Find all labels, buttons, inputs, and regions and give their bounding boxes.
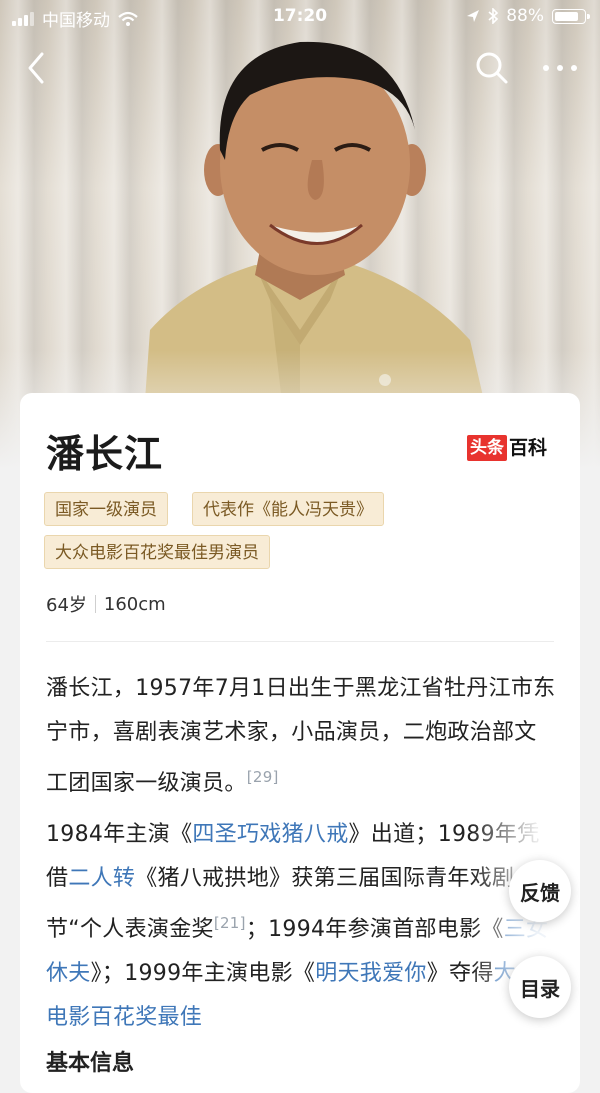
more-dots-icon <box>543 65 577 71</box>
search-icon <box>476 52 508 84</box>
battery-icon <box>552 8 590 24</box>
summary-paragraph: 潘长江，1957年7月1日出生于黑龙江省牡丹江市东宁市，喜剧表演艺术家，小品演员… <box>46 667 556 806</box>
tag-item[interactable]: 国家一级演员 <box>44 492 168 526</box>
battery-fill <box>555 11 578 21</box>
back-button[interactable] <box>20 48 52 88</box>
career-text: ；1994年参演首部电影《 <box>245 917 504 942</box>
basic-meta: 64岁 160cm <box>46 591 166 617</box>
brand-black: 百科 <box>509 437 548 459</box>
link-sishengqiaoxi[interactable]: 四圣巧戏猪八戒 <box>192 822 348 847</box>
age-value: 64岁 <box>46 595 87 616</box>
tag-item[interactable]: 大众电影百花奖最佳男演员 <box>44 535 270 569</box>
brand-red: 头条 <box>467 435 507 461</box>
status-bar: 中国移动 17:20 88% <box>0 0 600 36</box>
location-icon <box>467 10 480 22</box>
more-button[interactable] <box>538 52 582 84</box>
link-errenzhuan[interactable]: 二人转 <box>68 866 135 891</box>
entry-card: 潘长江 头条 百科 国家一级演员 代表作《能人冯天贵》 大众电影百花奖最佳男演员… <box>20 393 580 1093</box>
height-value: 160cm <box>103 593 166 615</box>
feedback-button[interactable]: 反馈 <box>509 860 571 922</box>
summary-text: 潘长江，1957年7月1日出生于黑龙江省牡丹江市东宁市，喜剧表演艺术家，小品演员… <box>46 676 556 796</box>
career-text: 1984年主演《 <box>46 822 193 847</box>
entry-title: 潘长江 <box>46 432 164 476</box>
tag-item[interactable]: 代表作《能人冯天贵》 <box>192 492 384 526</box>
career-text: 》；1999年主演电影《 <box>90 961 316 986</box>
meta-divider <box>94 595 96 613</box>
toutiao-baike-logo: 头条 百科 <box>467 435 547 461</box>
status-right: 88% <box>466 6 590 26</box>
battery-percent: 88% <box>506 6 544 26</box>
reference-29[interactable]: [29] <box>247 768 279 786</box>
reference-21[interactable]: [21] <box>214 914 246 932</box>
career-text: 》夺得 <box>426 961 494 986</box>
table-of-contents-button[interactable]: 目录 <box>509 956 571 1018</box>
chevron-left-icon <box>28 52 44 84</box>
career-paragraph: 1984年主演《四圣巧戏猪八戒》出道；1989年凭借二人转《猪八戒拱地》获第三届… <box>46 813 556 1040</box>
section-divider <box>46 641 554 642</box>
basic-info-heading: 基本信息 <box>46 1051 135 1076</box>
link-mingtianwoaini[interactable]: 明天我爱你 <box>315 961 427 986</box>
bluetooth-icon <box>488 8 499 24</box>
search-button[interactable] <box>472 48 512 88</box>
